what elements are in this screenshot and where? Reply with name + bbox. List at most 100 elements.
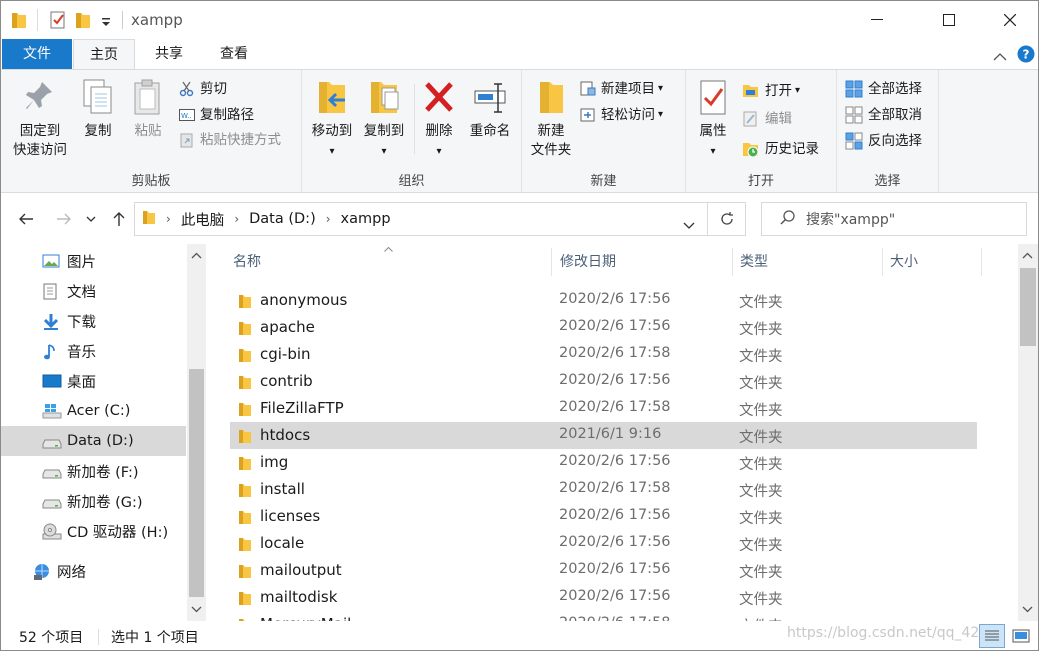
table-row[interactable]: install 2020/2/6 17:58 文件夹	[230, 476, 977, 503]
paste-shortcut-button[interactable]: 粘贴快捷方式	[179, 129, 281, 151]
file-date-modified: 2020/2/6 17:56	[559, 507, 671, 523]
nav-item-data-d[interactable]: Data (D:)	[1, 426, 186, 456]
column-date-modified[interactable]: 修改日期	[552, 244, 732, 280]
maximize-button[interactable]	[926, 1, 972, 39]
customize-toolbar-icon[interactable]	[101, 13, 111, 32]
move-to-button[interactable]: 移动到 ▾	[306, 78, 358, 161]
file-scroll-thumb[interactable]	[1020, 268, 1036, 346]
nav-item-network[interactable]: 网络	[1, 556, 186, 586]
scroll-up-icon[interactable]	[1022, 252, 1033, 259]
downloads-icon	[42, 313, 60, 335]
select-all-button[interactable]: 全部选择	[845, 78, 922, 100]
table-row[interactable]: anonymous 2020/2/6 17:56 文件夹	[230, 287, 977, 314]
file-list: 名称 修改日期 类型 大小 anonymous 2020/2/6 17:56 文件夹…	[206, 244, 1018, 621]
close-button[interactable]	[987, 1, 1033, 39]
column-type[interactable]: 类型	[732, 244, 882, 280]
help-icon[interactable]: ?	[1017, 45, 1035, 67]
details-view-button[interactable]	[979, 624, 1005, 648]
cut-button[interactable]: 剪切	[179, 78, 227, 100]
nav-item-cd-drive-h[interactable]: CD 驱动器 (H:)	[1, 516, 186, 546]
recent-locations-button[interactable]	[84, 206, 98, 232]
file-date-modified: 2020/2/6 17:58	[559, 399, 671, 415]
new-folder-button[interactable]: 新建 文件夹	[524, 78, 578, 160]
ribbon-tabs: 文件 主页 共享 查看 ?	[1, 39, 1038, 70]
address-dropdown-icon[interactable]	[683, 215, 695, 234]
table-row[interactable]: MercuryMail2020/2/6 17:58文件夹	[230, 611, 977, 621]
nav-item-volume-g[interactable]: 新加卷 (G:)	[1, 486, 186, 516]
breadcrumb-xampp[interactable]: xampp	[341, 211, 391, 227]
copy-icon	[83, 79, 112, 114]
collapse-ribbon-icon[interactable]	[993, 47, 1007, 66]
breadcrumb-separator-icon: ›	[166, 212, 171, 226]
column-size[interactable]: 大小	[882, 244, 982, 280]
nav-pane-scrollbar[interactable]	[187, 244, 206, 621]
paste-button[interactable]: 粘贴	[123, 78, 173, 141]
file-name: mailoutput	[260, 561, 342, 579]
address-bar[interactable]: › 此电脑 › Data (D:) › xampp	[134, 202, 708, 236]
tab-view[interactable]: 查看	[203, 39, 265, 69]
copy-to-button[interactable]: 复制到 ▾	[358, 78, 410, 161]
new-folder-quick-icon[interactable]	[75, 11, 91, 33]
tab-share[interactable]: 共享	[139, 39, 199, 69]
up-button[interactable]	[108, 206, 130, 232]
properties-button[interactable]: 属性 ▾	[690, 78, 736, 161]
nav-item-downloads[interactable]: 下载	[1, 306, 186, 336]
nav-item-acer-c[interactable]: Acer (C:)	[1, 396, 186, 426]
folder-icon	[238, 293, 252, 313]
folder-icon	[142, 209, 156, 229]
new-item-button[interactable]: 新建项目 ▾	[580, 78, 663, 100]
table-row[interactable]: mailtodisk 2020/2/6 17:56 文件夹	[230, 584, 977, 611]
folder-icon	[238, 455, 252, 475]
easy-access-button[interactable]: 轻松访问 ▾	[580, 104, 663, 126]
table-row[interactable]: FileZillaFTP 2020/2/6 17:58 文件夹	[230, 395, 977, 422]
table-row[interactable]: locale 2020/2/6 17:56 文件夹	[230, 530, 977, 557]
table-row[interactable]: mailoutput 2020/2/6 17:56 文件夹	[230, 557, 977, 584]
column-name[interactable]: 名称	[225, 244, 551, 280]
easy-access-icon	[580, 108, 595, 122]
tab-home[interactable]: 主页	[73, 39, 135, 70]
breadcrumb-separator-icon: ›	[234, 212, 240, 226]
nav-item-desktop[interactable]: 桌面	[1, 366, 186, 396]
scroll-down-icon[interactable]	[191, 606, 202, 613]
copy-path-button[interactable]: W.. 复制路径	[179, 104, 254, 126]
history-button[interactable]: 历史记录	[742, 138, 819, 160]
refresh-button[interactable]	[708, 202, 746, 236]
nav-item-music[interactable]: 音乐	[1, 336, 186, 366]
search-box[interactable]: 搜索"xampp"	[761, 202, 1027, 236]
nav-item-pictures[interactable]: 图片	[1, 246, 186, 276]
windows-drive-icon	[42, 403, 62, 423]
scroll-down-icon[interactable]	[1022, 606, 1033, 613]
open-group: 属性 ▾ 打开 ▾ 编辑 历史记录 打开	[686, 70, 837, 192]
properties-quick-icon[interactable]	[49, 11, 67, 33]
nav-item-documents[interactable]: 文档	[1, 276, 186, 306]
table-row[interactable]: cgi-bin 2020/2/6 17:58 文件夹	[230, 341, 977, 368]
back-button[interactable]	[15, 206, 37, 232]
table-row[interactable]: licenses 2020/2/6 17:56 文件夹	[230, 503, 977, 530]
open-button[interactable]: 打开 ▾	[742, 80, 800, 102]
breadcrumb-data-drive[interactable]: Data (D:)	[249, 211, 316, 227]
table-row[interactable]: apache 2020/2/6 17:56 文件夹	[230, 314, 977, 341]
invert-selection-button[interactable]: 反向选择	[845, 130, 922, 152]
folder-icon	[238, 590, 252, 610]
pin-quick-access-button[interactable]: 固定到 快速访问	[7, 78, 73, 160]
folder-icon	[11, 11, 27, 33]
table-row[interactable]: contrib 2020/2/6 17:56 文件夹	[230, 368, 977, 395]
table-row[interactable]: img 2020/2/6 17:56 文件夹	[230, 449, 977, 476]
file-list-scrollbar[interactable]	[1018, 244, 1038, 621]
minimize-button[interactable]	[854, 1, 900, 39]
drive-icon	[42, 433, 62, 453]
select-none-button[interactable]: 全部取消	[845, 104, 922, 126]
edit-button[interactable]: 编辑	[742, 108, 792, 130]
delete-button[interactable]: 删除 ▾	[416, 78, 462, 161]
copy-button[interactable]: 复制	[73, 78, 123, 141]
nav-scroll-thumb[interactable]	[189, 369, 204, 597]
breadcrumb-this-pc[interactable]: 此电脑	[181, 209, 225, 230]
table-row[interactable]: htdocs 2021/6/1 9:16 文件夹	[230, 422, 977, 449]
scroll-up-icon[interactable]	[191, 252, 202, 259]
large-icons-view-button[interactable]	[1009, 624, 1033, 648]
forward-button[interactable]	[53, 206, 75, 232]
tab-file[interactable]: 文件	[2, 39, 72, 69]
rename-button[interactable]: 重命名	[462, 78, 518, 141]
nav-item-volume-f[interactable]: 新加卷 (F:)	[1, 456, 186, 486]
search-input[interactable]: 搜索"xampp"	[806, 209, 895, 229]
